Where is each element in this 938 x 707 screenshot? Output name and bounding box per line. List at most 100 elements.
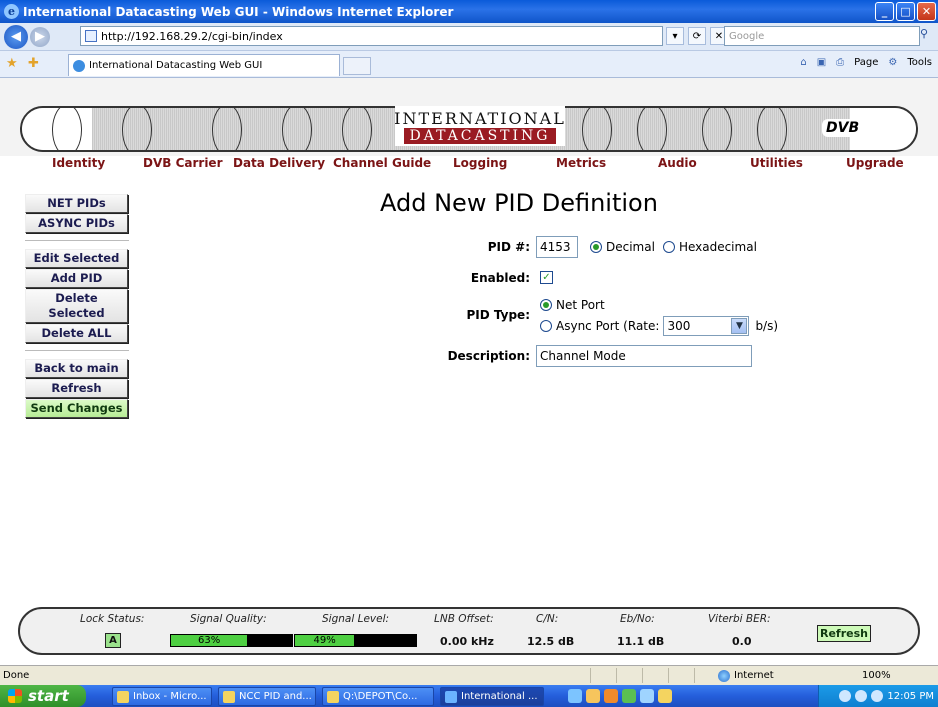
pill-divider bbox=[757, 108, 787, 150]
quicklaunch-ie-icon[interactable] bbox=[568, 689, 582, 703]
tools-menu[interactable]: Tools bbox=[907, 57, 932, 68]
pid-input[interactable]: 4153 bbox=[536, 236, 578, 258]
page-menu[interactable]: Page bbox=[854, 57, 878, 68]
status-cell bbox=[590, 668, 616, 683]
browser-tab[interactable]: International Datacasting Web GUI bbox=[68, 54, 340, 76]
decimal-radio[interactable] bbox=[590, 241, 602, 253]
signal-quality-bar: 63% bbox=[170, 634, 293, 647]
delete-selected-button[interactable]: Delete Selected bbox=[25, 289, 128, 323]
tab-row: ★ ✚ International Datacasting Web GUI ⌂ … bbox=[0, 51, 938, 78]
async-port-radio[interactable] bbox=[540, 320, 552, 332]
ie-icon bbox=[445, 690, 457, 703]
viterbi-ber-label: Viterbi BER: bbox=[708, 613, 771, 625]
signal-level-fill: 49% bbox=[295, 635, 355, 646]
favorites-star-icon[interactable]: ★ bbox=[6, 56, 18, 71]
address-dropdown-icon[interactable]: ▾ bbox=[666, 27, 684, 45]
net-port-label: Net Port bbox=[556, 298, 605, 312]
window-title: International Datacasting Web GUI - Wind… bbox=[23, 4, 454, 19]
home-icon[interactable]: ⌂ bbox=[800, 57, 806, 68]
net-port-radio[interactable] bbox=[540, 299, 552, 311]
async-pids-button[interactable]: ASYNC PIDs bbox=[25, 214, 128, 233]
search-input[interactable]: Google bbox=[724, 26, 920, 46]
add-pid-button[interactable]: Add PID bbox=[25, 269, 128, 288]
quicklaunch-outlook-icon[interactable] bbox=[586, 689, 600, 703]
cn-label: C/N: bbox=[536, 613, 559, 625]
divider bbox=[25, 350, 129, 351]
close-button[interactable]: ✕ bbox=[917, 2, 936, 21]
menu-upgrade[interactable]: Upgrade bbox=[846, 156, 904, 170]
document-icon bbox=[223, 690, 235, 703]
task-label: International ... bbox=[461, 691, 538, 702]
tray-volume-icon[interactable] bbox=[871, 690, 884, 702]
feeds-icon[interactable]: ▣ bbox=[817, 57, 826, 68]
ebno-value: 11.1 dB bbox=[617, 635, 665, 648]
menu-audio[interactable]: Audio bbox=[658, 156, 697, 170]
description-input[interactable]: Channel Mode bbox=[536, 345, 752, 367]
chevron-down-icon[interactable]: ▼ bbox=[731, 318, 748, 334]
status-refresh-button[interactable]: Refresh bbox=[817, 625, 871, 642]
maximize-button[interactable]: □ bbox=[896, 2, 915, 21]
quicklaunch-firefox-icon[interactable] bbox=[604, 689, 618, 703]
menu-utilities[interactable]: Utilities bbox=[750, 156, 803, 170]
status-cell bbox=[694, 668, 720, 683]
address-bar[interactable]: http://192.168.29.2/cgi-bin/index bbox=[80, 26, 663, 46]
back-button[interactable]: ◀ bbox=[4, 24, 28, 49]
delete-all-button[interactable]: Delete ALL bbox=[25, 324, 128, 343]
internet-zone-icon bbox=[718, 669, 730, 682]
refresh-button[interactable]: Refresh bbox=[25, 379, 128, 398]
net-pids-button[interactable]: NET PIDs bbox=[25, 194, 128, 213]
window-title-bar[interactable]: e International Datacasting Web GUI - Wi… bbox=[0, 0, 938, 23]
search-icon[interactable]: ⚲ bbox=[920, 27, 936, 45]
clock[interactable]: 12:05 PM bbox=[887, 691, 934, 702]
task-label: NCC PID and... bbox=[239, 691, 312, 702]
page-viewport: INTERNATIONAL DATACASTING DVB Identity D… bbox=[0, 78, 938, 665]
new-tab-button[interactable] bbox=[343, 57, 371, 75]
lnb-offset-value: 0.00 kHz bbox=[440, 635, 494, 648]
taskbar-item-folder[interactable]: Q:\DEPOT\Co... bbox=[322, 687, 434, 706]
menu-data-delivery[interactable]: Data Delivery bbox=[233, 156, 325, 170]
enabled-checkbox[interactable]: ✓ bbox=[540, 271, 553, 284]
back-to-main-button[interactable]: Back to main bbox=[25, 359, 128, 378]
refresh-page-icon[interactable]: ⟳ bbox=[688, 27, 706, 45]
menu-logging[interactable]: Logging bbox=[453, 156, 507, 170]
quicklaunch-folder-icon[interactable] bbox=[658, 689, 672, 703]
divider bbox=[25, 240, 129, 241]
taskbar: start Inbox - Micro... NCC PID and... Q:… bbox=[0, 685, 938, 707]
hexadecimal-label: Hexadecimal bbox=[678, 240, 757, 254]
start-button[interactable]: start bbox=[0, 685, 86, 707]
quicklaunch-app-icon[interactable] bbox=[622, 689, 636, 703]
print-icon[interactable]: ⎙ bbox=[836, 57, 844, 68]
page-icon bbox=[85, 30, 97, 42]
minimize-button[interactable]: _ bbox=[875, 2, 894, 21]
system-tray: 12:05 PM bbox=[818, 685, 938, 707]
quicklaunch-ie2-icon[interactable] bbox=[640, 689, 654, 703]
tray-network-icon[interactable] bbox=[855, 690, 868, 702]
logo-line2: DATACASTING bbox=[403, 127, 557, 144]
menu-identity[interactable]: Identity bbox=[52, 156, 105, 170]
windows-flag-icon bbox=[8, 689, 22, 703]
ebno-label: Eb/No: bbox=[620, 613, 655, 625]
menu-metrics[interactable]: Metrics bbox=[556, 156, 606, 170]
decimal-label: Decimal bbox=[606, 240, 655, 254]
tray-arrow-icon[interactable] bbox=[839, 690, 852, 702]
edit-selected-button[interactable]: Edit Selected bbox=[25, 249, 128, 268]
menu-dvb-carrier[interactable]: DVB Carrier bbox=[143, 156, 222, 170]
security-zone[interactable]: Internet bbox=[734, 670, 774, 681]
forward-button[interactable]: ▶ bbox=[30, 26, 50, 47]
add-favorites-icon[interactable]: ✚ bbox=[28, 56, 39, 71]
taskbar-item-ie[interactable]: International ... bbox=[440, 687, 544, 706]
pill-divider bbox=[212, 108, 242, 150]
pill-divider bbox=[702, 108, 732, 150]
taskbar-item-inbox[interactable]: Inbox - Micro... bbox=[112, 687, 212, 706]
description-label: Description: bbox=[447, 349, 530, 363]
hexadecimal-radio[interactable] bbox=[662, 241, 675, 253]
address-url: http://192.168.29.2/cgi-bin/index bbox=[101, 29, 283, 43]
signal-quality-fill: 63% bbox=[171, 635, 248, 646]
menu-channel-guide[interactable]: Channel Guide bbox=[333, 156, 431, 170]
send-changes-button[interactable]: Send Changes bbox=[25, 399, 128, 418]
zoom-level[interactable]: 100% bbox=[862, 670, 891, 681]
taskbar-item-ncc[interactable]: NCC PID and... bbox=[218, 687, 316, 706]
pill-divider bbox=[342, 108, 372, 150]
rate-value: 300 bbox=[667, 319, 691, 333]
rate-select[interactable]: 300 ▼ bbox=[663, 316, 750, 336]
